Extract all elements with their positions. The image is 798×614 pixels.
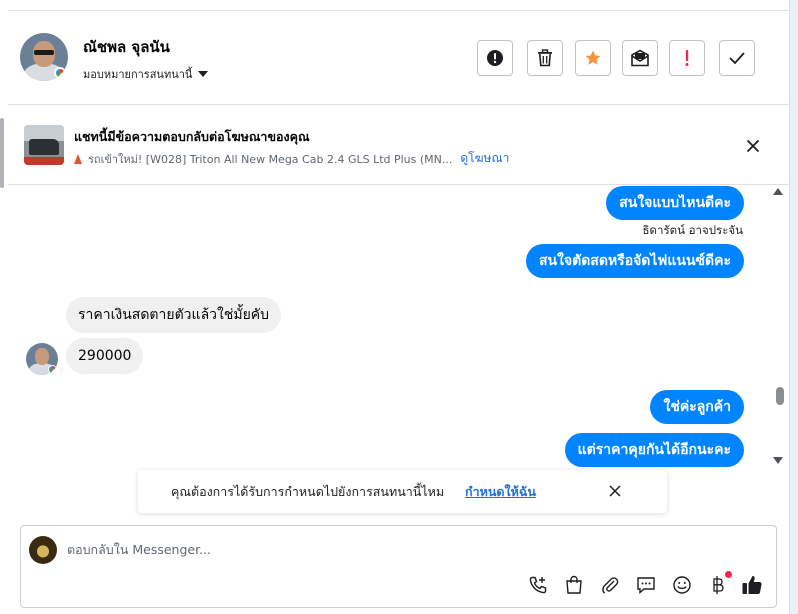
ad-info-line: รถเข้าใหม่! [W028] Triton All New Mega C… bbox=[74, 149, 509, 168]
message-outgoing[interactable]: สนใจตัดสดหรือจัดไฟแนนซ์ดีคะ bbox=[525, 244, 744, 278]
thread-scrollbar-thumb[interactable] bbox=[776, 387, 784, 405]
alert-circle-icon bbox=[487, 50, 503, 66]
page-avatar bbox=[29, 536, 57, 564]
reminder-text: คุณต้องการได้รับการกำหนดไปยังการสนทนานี้… bbox=[171, 484, 445, 499]
conversation-header: ณัชพล จุลนัน มอบหมายการสนทนานี้ bbox=[8, 11, 789, 105]
checkmark-icon bbox=[729, 52, 745, 65]
assign-conversation-dropdown[interactable]: มอบหมายการสนทนานี้ bbox=[83, 65, 209, 83]
close-icon bbox=[746, 139, 760, 153]
dismiss-reminder-button[interactable] bbox=[606, 482, 624, 500]
paperclip-icon[interactable] bbox=[599, 574, 621, 596]
mark-done-button[interactable] bbox=[719, 40, 755, 76]
trash-icon bbox=[538, 49, 552, 67]
message-composer bbox=[20, 525, 777, 608]
cone-icon bbox=[74, 153, 82, 164]
left-edge-handle bbox=[0, 118, 4, 188]
contact-name[interactable]: ณัชพล จุลนัน bbox=[83, 35, 170, 59]
delete-button[interactable] bbox=[527, 40, 563, 76]
message-outgoing[interactable]: แต่ราคาคุยกันได้อีกนะคะ bbox=[564, 433, 744, 467]
close-banner-button[interactable] bbox=[742, 135, 764, 157]
close-icon bbox=[609, 485, 621, 497]
emoji-icon[interactable] bbox=[671, 574, 693, 596]
platform-badge-icon bbox=[54, 67, 66, 79]
star-icon bbox=[585, 50, 601, 65]
ad-reply-banner: แชทนี้มีข้อความตอบกลับต่อโฆษณาของคุณ รถเ… bbox=[8, 106, 789, 185]
message-thread: สนใจแบบไหนดีคะ ธิดารัตน์ อาจประจัน สนใจต… bbox=[8, 186, 789, 468]
ad-banner-title: แชทนี้มีข้อความตอบกลับต่อโฆษณาของคุณ bbox=[74, 129, 310, 144]
window-top-edge bbox=[8, 0, 790, 11]
caret-down-icon bbox=[198, 71, 209, 77]
scroll-up-arrow-icon[interactable] bbox=[773, 188, 783, 195]
ad-thumbnail[interactable] bbox=[24, 125, 64, 165]
star-button[interactable] bbox=[575, 40, 611, 76]
contact-avatar[interactable] bbox=[20, 33, 68, 81]
message-outgoing[interactable]: สนใจแบบไหนดีคะ bbox=[606, 186, 744, 220]
page-scrollbar[interactable] bbox=[789, 0, 798, 614]
contact-avatar-small[interactable] bbox=[26, 343, 58, 375]
scroll-down-arrow-icon[interactable] bbox=[773, 457, 783, 464]
assign-to-me-link[interactable]: กำหนดให้ฉัน bbox=[465, 482, 536, 502]
message-outgoing[interactable]: ใช่ค่ะลูกค้า bbox=[650, 390, 744, 424]
notification-dot bbox=[725, 571, 732, 578]
sender-name: ธิดารัตน์ อาจประจัน bbox=[642, 223, 743, 237]
reply-input[interactable] bbox=[67, 538, 727, 560]
call-add-icon[interactable] bbox=[527, 574, 549, 596]
report-spam-button[interactable] bbox=[477, 40, 513, 76]
exclamation-icon bbox=[685, 50, 689, 66]
mark-unread-button[interactable] bbox=[622, 40, 658, 76]
saved-replies-icon[interactable] bbox=[635, 574, 657, 596]
assign-label: มอบหมายการสนทนานี้ bbox=[83, 68, 193, 81]
thumbs-up-icon[interactable] bbox=[741, 574, 763, 596]
ad-text: รถเข้าใหม่! [W028] Triton All New Mega C… bbox=[88, 152, 453, 166]
message-incoming[interactable]: ราคาเงินสดตายตัวแล้วใช่มั้ยคับ bbox=[66, 297, 282, 333]
message-incoming[interactable]: 290000 bbox=[66, 338, 144, 374]
see-ad-link[interactable]: ดูโฆษณา bbox=[460, 149, 509, 168]
flag-important-button[interactable] bbox=[669, 40, 705, 76]
envelope-icon bbox=[631, 49, 649, 67]
shopping-bag-icon[interactable] bbox=[563, 574, 585, 596]
assign-reminder-toast: คุณต้องการได้รับการกำหนดไปยังการสนทนานี้… bbox=[138, 470, 667, 513]
